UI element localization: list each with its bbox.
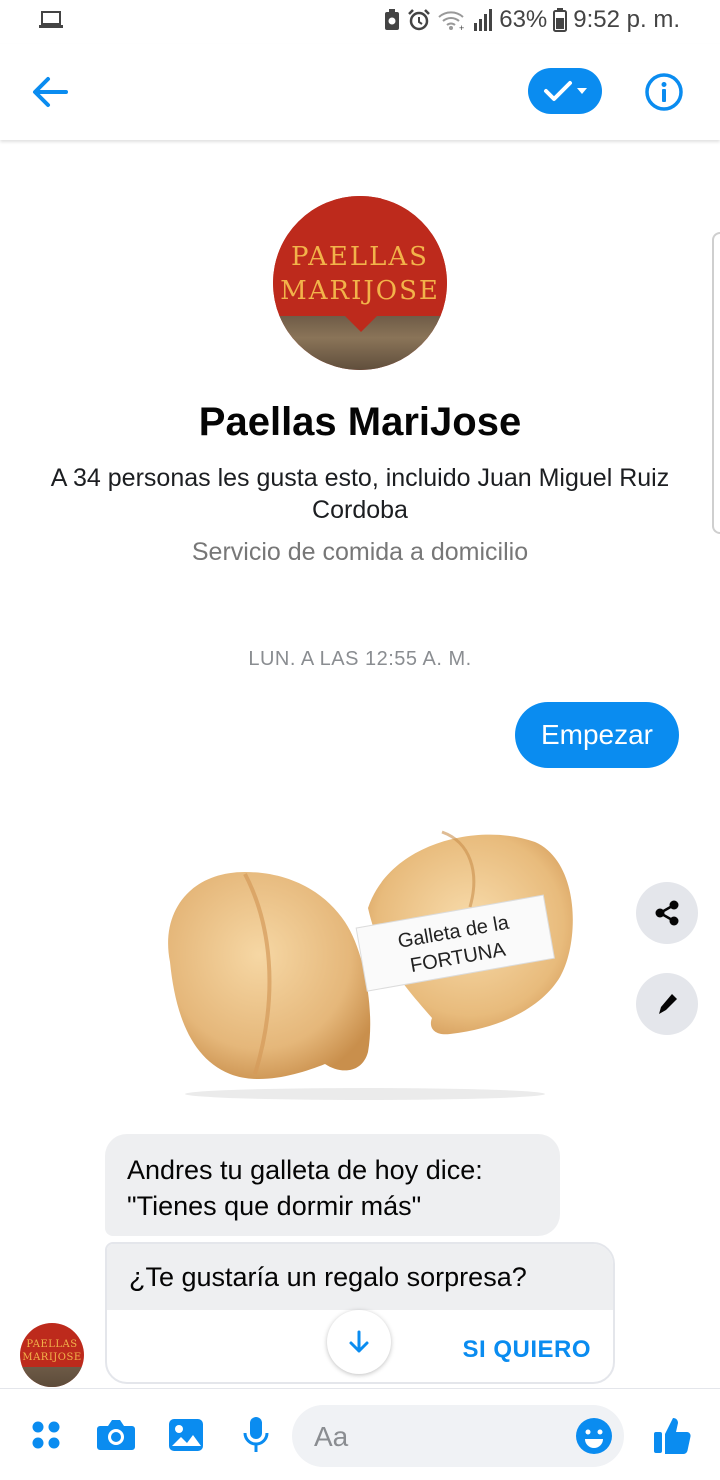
quick-reply-si-quiero-button[interactable]: SI QUIERO <box>462 1336 591 1364</box>
info-icon <box>645 73 683 111</box>
alarm-icon <box>407 8 431 32</box>
gallery-button[interactable] <box>166 1415 206 1455</box>
like-button[interactable] <box>652 1415 692 1455</box>
info-button[interactable] <box>644 72 684 112</box>
mark-done-button[interactable] <box>528 68 602 114</box>
sender-avatar[interactable]: PAELLAS MARIJOSE <box>20 1323 84 1387</box>
status-time: 9:52 p. m. <box>573 6 680 33</box>
battery-saver-icon <box>383 9 401 31</box>
logo-text-line1: PAELLAS <box>291 242 429 272</box>
status-indicators: + 63% 9:52 p. m. <box>383 6 680 34</box>
chevron-down-icon <box>577 88 587 94</box>
camera-icon <box>97 1420 135 1450</box>
page-likes: A 34 personas les gusta esto, incluido J… <box>50 464 670 524</box>
page-avatar[interactable]: PAELLAS MARIJOSE <box>273 196 447 370</box>
share-icon <box>655 900 679 926</box>
incoming-message-line2: "Tienes que dormir más" <box>127 1191 422 1221</box>
scroll-to-bottom-button[interactable] <box>327 1310 391 1374</box>
camera-button[interactable] <box>96 1415 136 1455</box>
page-name: Paellas MariJose <box>198 400 522 444</box>
sender-avatar-line1: PAELLAS <box>26 1339 78 1350</box>
svg-text:+: + <box>459 23 464 31</box>
checkmark-icon <box>544 81 572 101</box>
fortune-cookie-image[interactable]: Galleta de la FORTUNA <box>150 812 580 1102</box>
emoji-button[interactable] <box>574 1416 614 1461</box>
message-input-placeholder: Aa <box>314 1421 349 1452</box>
sender-avatar-wood <box>20 1367 84 1387</box>
emoji-icon <box>576 1418 612 1454</box>
avatar-banner-point <box>335 306 387 332</box>
signal-icon <box>473 9 493 31</box>
incoming-message[interactable]: Andres tu galleta de hoy dice: "Tienes q… <box>105 1134 560 1236</box>
message-timestamp: LUN. A LAS 12:55 A. M. <box>248 648 472 670</box>
pencil-icon <box>659 994 677 1014</box>
wifi-icon: + <box>437 9 467 31</box>
incoming-message-line1: Andres tu galleta de hoy dice: <box>127 1155 483 1185</box>
arrow-down-icon <box>349 1330 369 1353</box>
apps-icon <box>32 1421 60 1449</box>
quick-reply-question: ¿Te gustaría un regalo sorpresa? <box>107 1244 613 1310</box>
message-composer: Aa <box>0 1388 720 1480</box>
conversation-header <box>0 44 720 140</box>
back-arrow-icon <box>33 77 68 107</box>
page-category: Servicio de comida a domicilio <box>191 538 529 566</box>
battery-percent: 63% <box>499 6 548 33</box>
microphone-button[interactable] <box>236 1415 276 1455</box>
microphone-icon <box>243 1417 269 1452</box>
gallery-icon <box>169 1419 203 1451</box>
logo-text-line2: MARIJOSE <box>280 276 440 306</box>
laptop-icon <box>38 10 64 35</box>
share-button[interactable] <box>636 882 698 944</box>
outgoing-message[interactable]: Empezar <box>515 702 679 768</box>
message-input[interactable]: Aa <box>292 1405 624 1467</box>
battery-icon <box>553 8 568 32</box>
apps-button[interactable] <box>26 1415 66 1455</box>
status-bar: + 63% 9:52 p. m. <box>0 0 720 44</box>
back-button[interactable] <box>26 68 74 116</box>
scroll-indicator <box>712 232 720 534</box>
thumbs-up-icon <box>654 1418 691 1454</box>
sender-avatar-line2: MARIJOSE <box>22 1352 82 1363</box>
edit-button[interactable] <box>636 973 698 1035</box>
